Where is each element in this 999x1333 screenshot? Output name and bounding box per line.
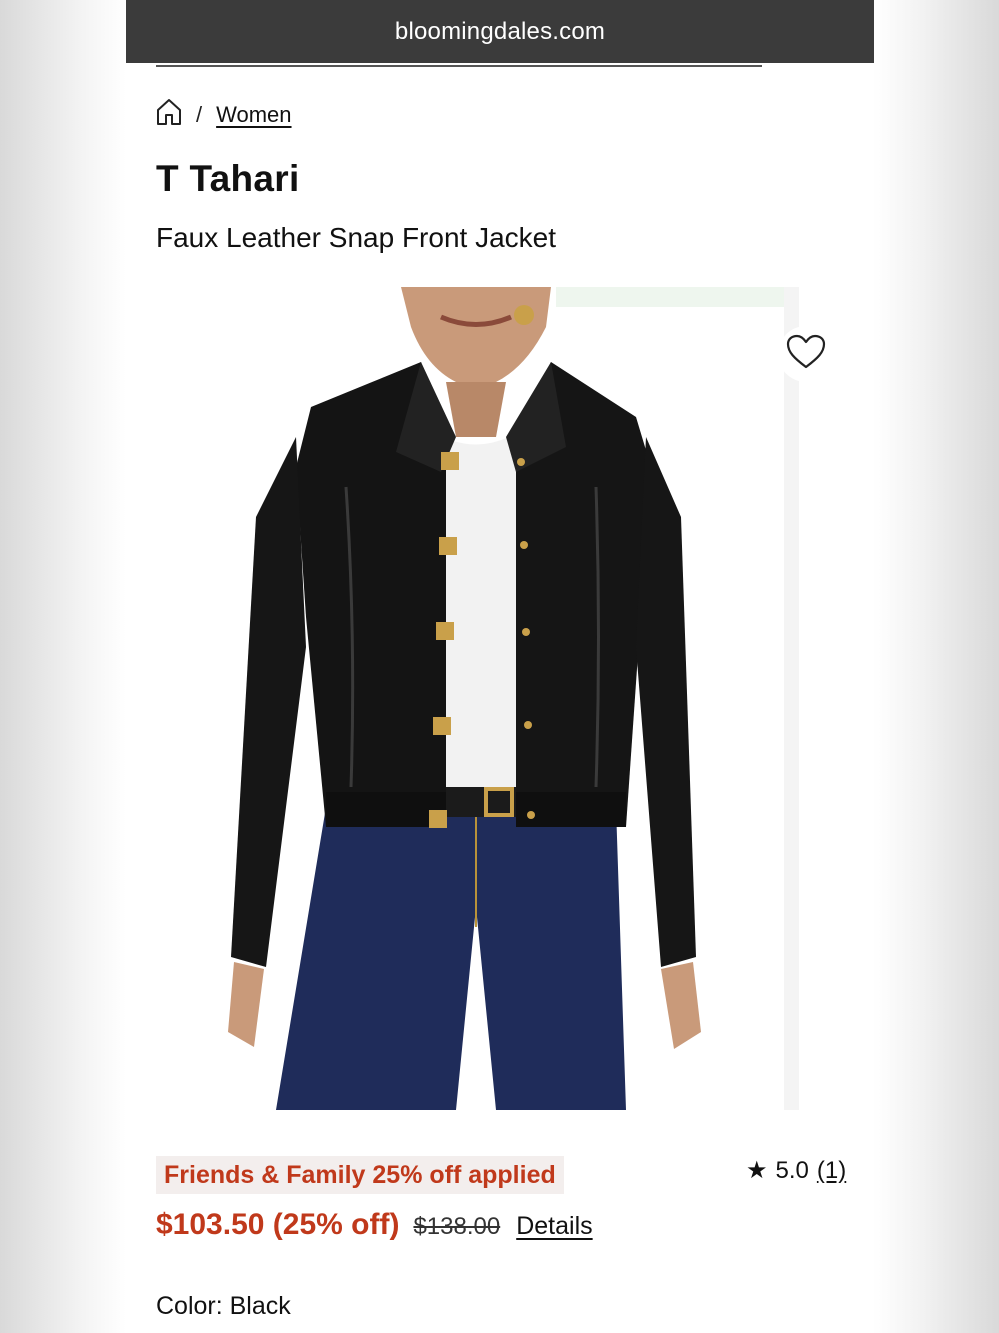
product-brand[interactable]: T Tahari xyxy=(156,158,300,200)
home-icon[interactable] xyxy=(156,98,182,132)
page-load-bar xyxy=(156,65,762,67)
breadcrumb: / Women xyxy=(156,98,292,132)
url-bar[interactable]: bloomingdales.com xyxy=(126,0,874,63)
star-icon: ★ xyxy=(746,1157,768,1184)
promo-badge: Friends & Family 25% off applied xyxy=(156,1156,564,1194)
heart-outline-icon xyxy=(786,334,826,375)
url-text: bloomingdales.com xyxy=(394,17,606,45)
price-details-link[interactable]: Details xyxy=(516,1212,592,1241)
breadcrumb-link-women[interactable]: Women xyxy=(216,102,291,128)
rating-value: 5.0 xyxy=(775,1156,809,1184)
sale-price: $103.50 (25% off) xyxy=(156,1208,400,1241)
original-price: $138.00 xyxy=(413,1213,501,1240)
product-image[interactable] xyxy=(156,287,799,1110)
rating-count[interactable]: (1) xyxy=(817,1157,846,1185)
wishlist-button[interactable] xyxy=(778,326,834,382)
promo-text: Friends & Family 25% off applied xyxy=(164,1160,556,1189)
mobile-viewport: bloomingdales.com / Women T Tahari Faux … xyxy=(126,0,874,1333)
breadcrumb-separator: / xyxy=(196,102,203,127)
product-rating[interactable]: ★ 5.0 (1) xyxy=(746,1156,846,1185)
product-title: Faux Leather Snap Front Jacket xyxy=(156,222,556,253)
selected-color: Color: Black xyxy=(156,1292,291,1320)
price-row: $103.50 (25% off) $138.00 Details xyxy=(156,1208,593,1242)
